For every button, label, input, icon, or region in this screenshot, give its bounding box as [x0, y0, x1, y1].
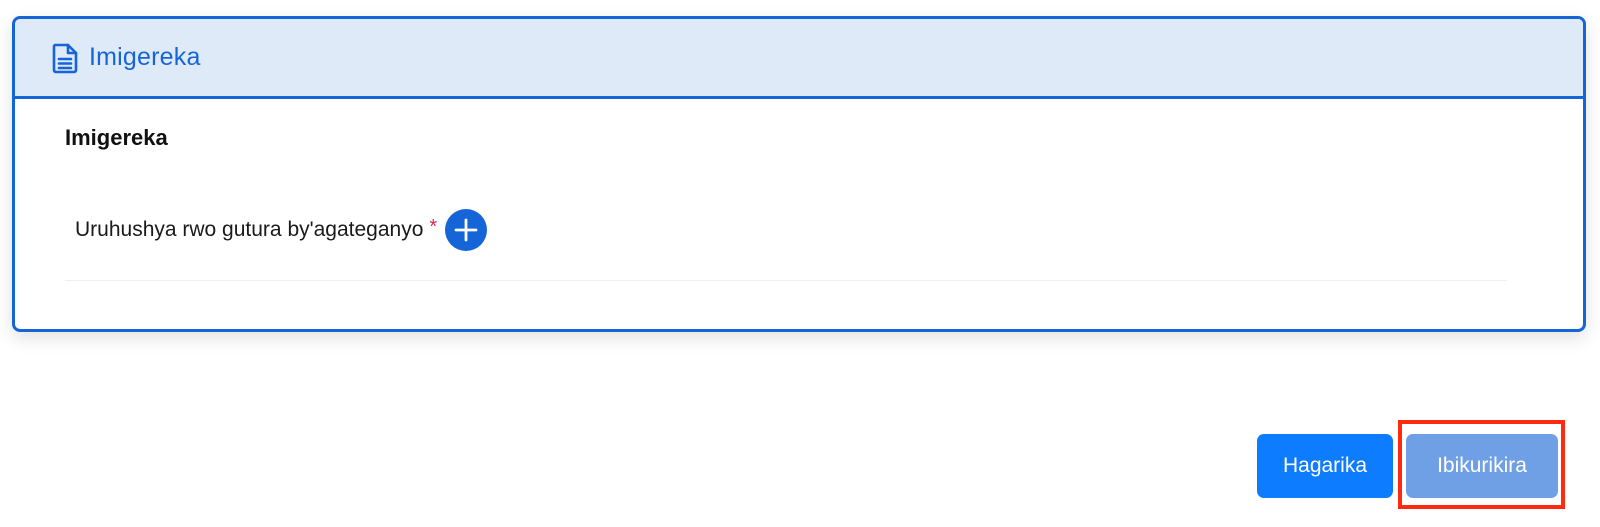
- plus-icon: [454, 218, 478, 242]
- attachment-field-row: Uruhushya rwo gutura by'agateganyo *: [75, 209, 488, 251]
- add-attachment-button[interactable]: [445, 209, 488, 251]
- required-marker: *: [429, 215, 438, 238]
- section-title: Imigereka: [65, 125, 168, 150]
- cancel-button[interactable]: Hagarika: [1257, 434, 1393, 498]
- divider: [65, 280, 1507, 281]
- panel-header: Imigereka: [15, 19, 1583, 99]
- attachments-panel: Imigereka Imigereka Uruhushya rwo gutura…: [12, 16, 1586, 332]
- document-icon: [51, 42, 79, 74]
- panel-title: Imigereka: [89, 43, 201, 71]
- next-button[interactable]: Ibikurikira: [1406, 434, 1558, 498]
- attachment-field-label: Uruhushya rwo gutura by'agateganyo: [75, 218, 424, 241]
